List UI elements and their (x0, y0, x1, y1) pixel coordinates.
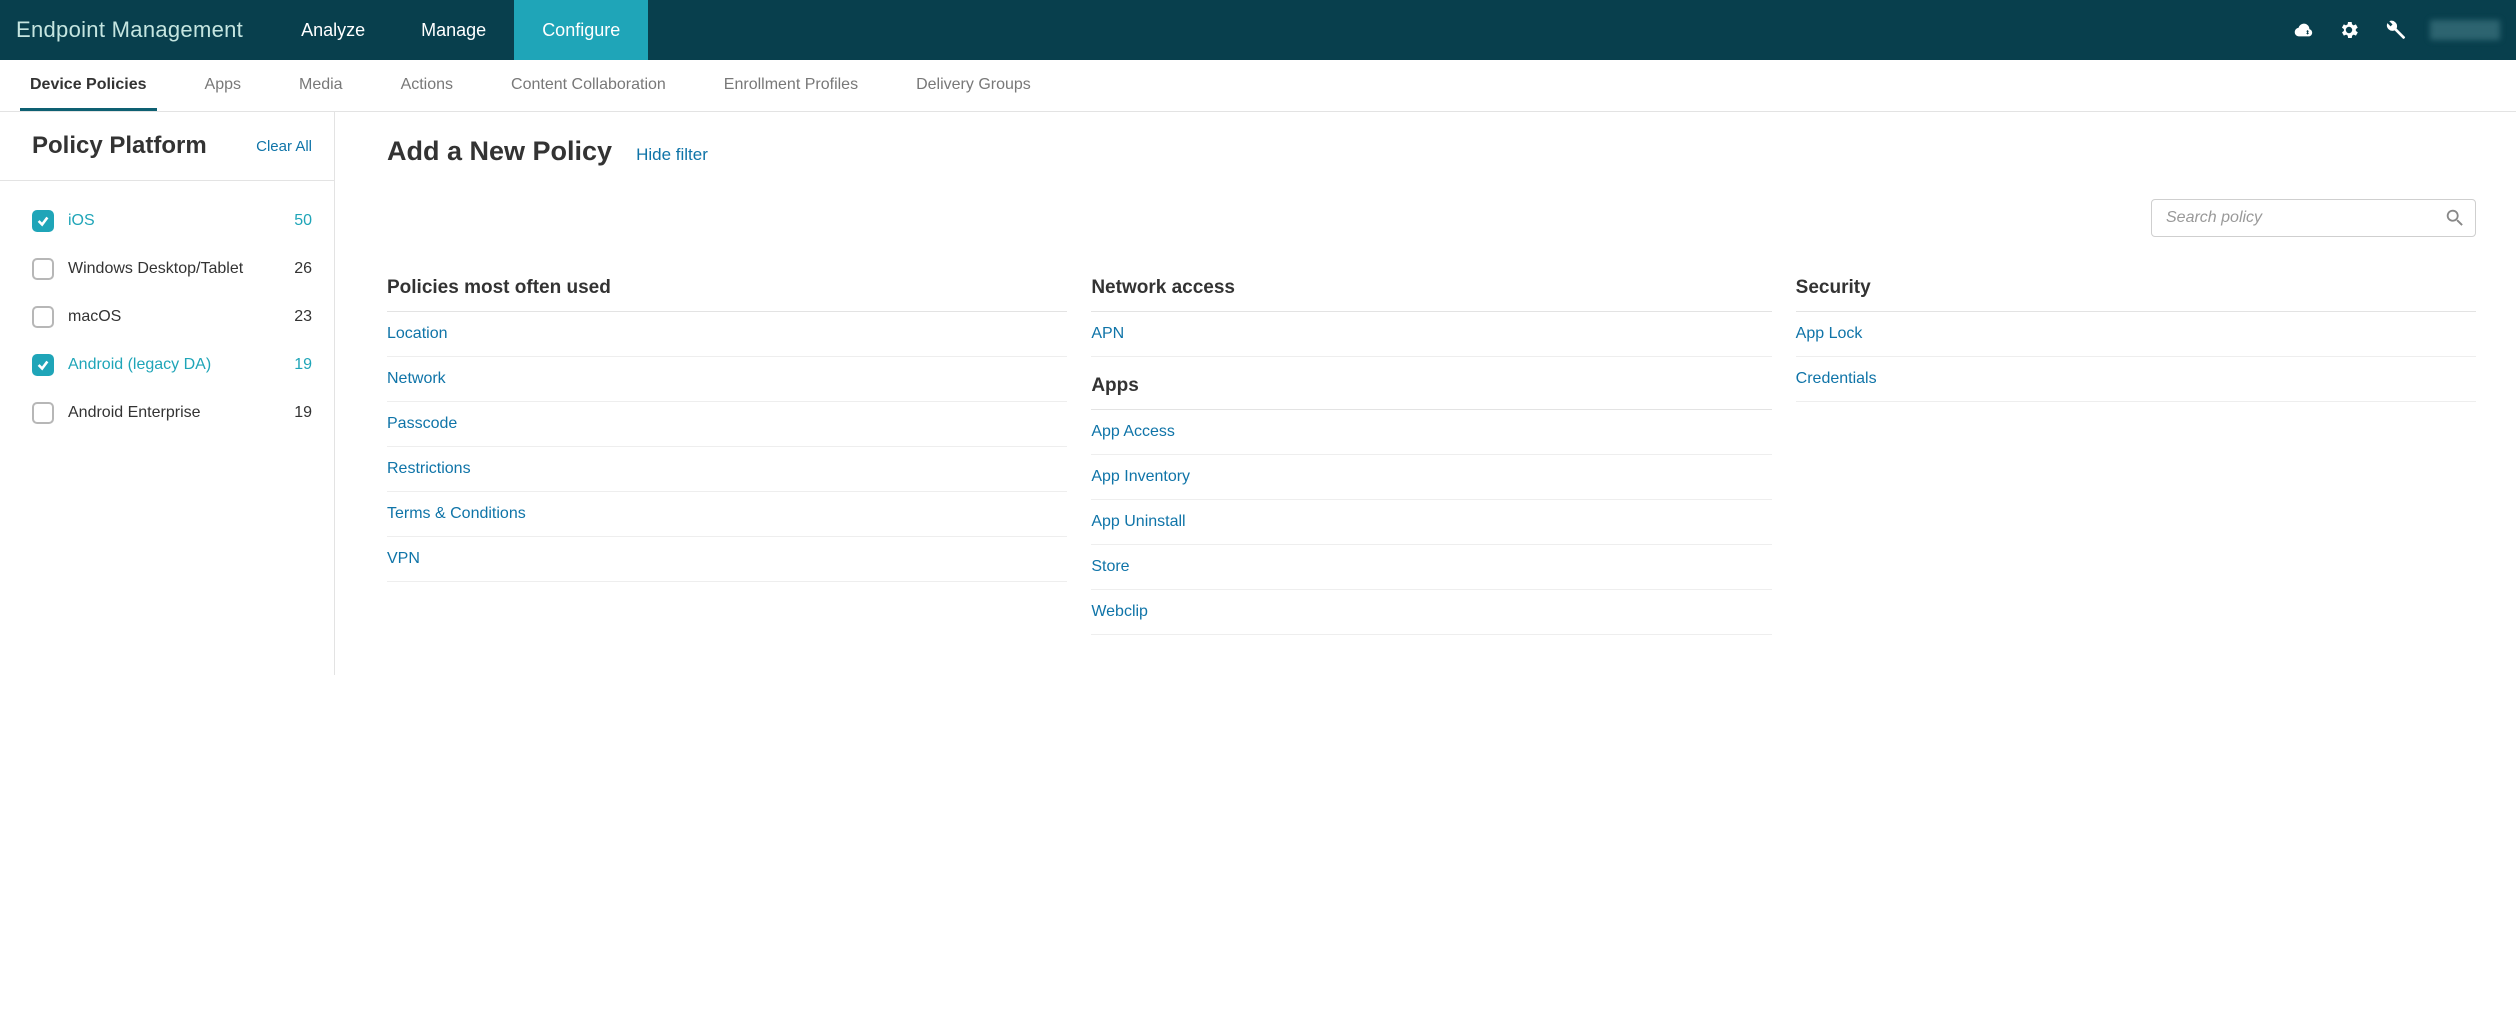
platform-count: 50 (294, 212, 312, 230)
policy-columns: Policies most often usedLocationNetworkP… (387, 277, 2476, 635)
sidebar-title: Policy Platform (32, 132, 207, 160)
gear-icon[interactable] (2338, 19, 2360, 41)
wrench-icon[interactable] (2384, 19, 2406, 41)
search-input[interactable] (2151, 199, 2476, 237)
policy-link[interactable]: VPN (387, 537, 1067, 582)
search-icon[interactable] (2444, 207, 2466, 229)
policy-section-title: Network access (1091, 277, 1771, 312)
main: Policy Platform Clear All iOS50Windows D… (0, 112, 2516, 675)
platform-list: iOS50Windows Desktop/Tablet26macOS23Andr… (0, 181, 334, 453)
search-row (387, 199, 2476, 237)
brand-title: Endpoint Management (16, 17, 243, 43)
policy-link[interactable]: Terms & Conditions (387, 492, 1067, 537)
topbar-right (2292, 19, 2500, 41)
policy-link[interactable]: App Inventory (1091, 455, 1771, 500)
platform-checkbox[interactable] (32, 210, 54, 232)
policy-column: Policies most often usedLocationNetworkP… (387, 277, 1067, 635)
subtab-media[interactable]: Media (289, 60, 353, 111)
content: Add a New Policy Hide filter Policies mo… (335, 112, 2516, 675)
policy-link[interactable]: Passcode (387, 402, 1067, 447)
sidebar: Policy Platform Clear All iOS50Windows D… (0, 112, 335, 675)
platform-checkbox[interactable] (32, 402, 54, 424)
subtab-delivery-groups[interactable]: Delivery Groups (906, 60, 1041, 111)
cloud-settings-icon[interactable] (2292, 19, 2314, 41)
policy-section-title: Policies most often used (387, 277, 1067, 312)
subtabs: Device Policies Apps Media Actions Content C… (0, 60, 2516, 112)
platform-count: 26 (294, 260, 312, 278)
platform-label[interactable]: iOS (68, 212, 294, 230)
platform-item: iOS50 (32, 197, 312, 245)
subtab-device-policies[interactable]: Device Policies (20, 60, 157, 111)
search-box (2151, 199, 2476, 237)
policy-link[interactable]: Location (387, 312, 1067, 357)
platform-count: 23 (294, 308, 312, 326)
subtab-enrollment-profiles[interactable]: Enrollment Profiles (714, 60, 868, 111)
policy-link[interactable]: Credentials (1796, 357, 2476, 402)
platform-item: macOS23 (32, 293, 312, 341)
subtab-actions[interactable]: Actions (391, 60, 463, 111)
policy-link[interactable]: Network (387, 357, 1067, 402)
policy-link[interactable]: Webclip (1091, 590, 1771, 635)
platform-checkbox[interactable] (32, 258, 54, 280)
topnav: AnalyzeManageConfigure (273, 0, 648, 60)
policy-link[interactable]: Store (1091, 545, 1771, 590)
topbar: Endpoint Management AnalyzeManageConfigu… (0, 0, 2516, 60)
content-title: Add a New Policy (387, 136, 612, 167)
policy-column: SecurityApp LockCredentials (1796, 277, 2476, 635)
platform-label[interactable]: macOS (68, 308, 294, 326)
policy-link[interactable]: Restrictions (387, 447, 1067, 492)
subtab-content-collaboration[interactable]: Content Collaboration (501, 60, 676, 111)
platform-checkbox[interactable] (32, 306, 54, 328)
subtab-apps[interactable]: Apps (195, 60, 251, 111)
content-header: Add a New Policy Hide filter (387, 136, 2476, 167)
platform-item: Android (legacy DA)19 (32, 341, 312, 389)
platform-item: Windows Desktop/Tablet26 (32, 245, 312, 293)
topnav-item-configure[interactable]: Configure (514, 0, 648, 60)
platform-label[interactable]: Windows Desktop/Tablet (68, 260, 294, 278)
policy-section-title: Apps (1091, 375, 1771, 410)
policy-section-title: Security (1796, 277, 2476, 312)
topnav-item-manage[interactable]: Manage (393, 0, 514, 60)
platform-label[interactable]: Android (legacy DA) (68, 356, 294, 374)
sidebar-header: Policy Platform Clear All (0, 112, 334, 181)
platform-checkbox[interactable] (32, 354, 54, 376)
platform-count: 19 (294, 356, 312, 374)
platform-label[interactable]: Android Enterprise (68, 404, 294, 422)
platform-item: Android Enterprise19 (32, 389, 312, 437)
user-label-blurred (2430, 20, 2500, 40)
clear-all-link[interactable]: Clear All (256, 138, 312, 155)
topnav-item-analyze[interactable]: Analyze (273, 0, 393, 60)
platform-count: 19 (294, 404, 312, 422)
policy-link[interactable]: App Uninstall (1091, 500, 1771, 545)
hide-filter-link[interactable]: Hide filter (636, 145, 708, 165)
policy-link[interactable]: App Access (1091, 410, 1771, 455)
policy-link[interactable]: App Lock (1796, 312, 2476, 357)
policy-link[interactable]: APN (1091, 312, 1771, 357)
policy-column: Network accessAPN AppsApp AccessApp Inven… (1091, 277, 1771, 635)
